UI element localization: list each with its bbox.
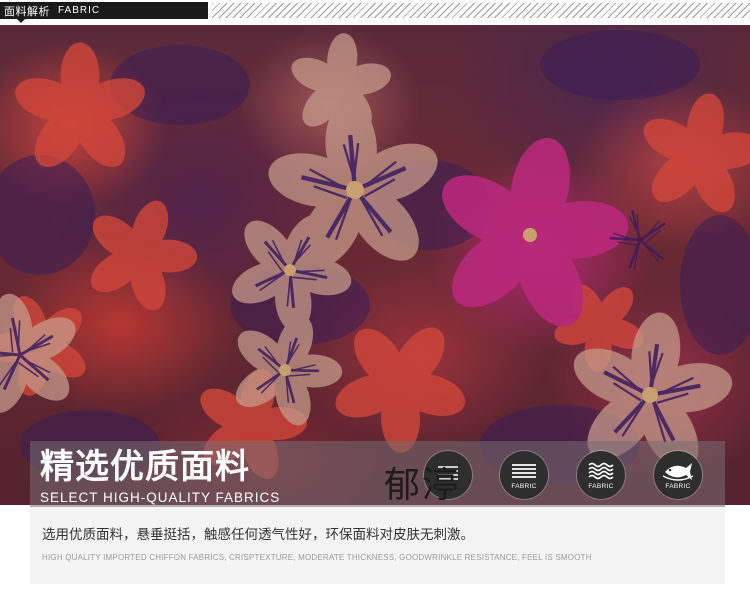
header-pointer-icon <box>17 19 25 23</box>
badge-label: FABRIC <box>588 483 614 490</box>
banner-subtitle: SELECT HIGH-QUALITY FABRICS <box>40 490 281 505</box>
section-header-label: 面料解析 FABRIC <box>0 2 208 19</box>
wave-lines-icon: FABRIC <box>577 451 625 499</box>
fabric-photo <box>0 25 750 505</box>
fish-icon: FABRIC <box>654 451 702 499</box>
stack-lines-icon: FABRIC <box>500 451 548 499</box>
banner-title: 精选优质面料 <box>40 447 250 487</box>
section-header: 面料解析 FABRIC <box>0 0 750 23</box>
header-stripe-divider <box>212 3 750 18</box>
description-en: HIGH QUALITY IMPORTED CHIFFON FABRICS, C… <box>42 553 592 562</box>
floral-print-illustration <box>0 28 750 495</box>
fabric-detail-page: 面料解析 FABRIC 精选优质面料 SELECT HIGH-QUALITY F… <box>0 0 750 589</box>
badge-label: FABRIC <box>665 483 691 490</box>
section-header-label-cn: 面料解析 <box>4 4 50 18</box>
description-cn: 选用优质面料，悬垂挺括，触感任何透气性好，环保面料对皮肤无刺激。 <box>42 527 474 543</box>
fabric-feature-banner: 精选优质面料 SELECT HIGH-QUALITY FABRICS FABRI… <box>30 441 725 507</box>
brand-watermark: 郁渟 <box>384 465 461 506</box>
badge-label: FABRIC <box>511 483 537 490</box>
fabric-description: 选用优质面料，悬垂挺括，触感任何透气性好，环保面料对皮肤无刺激。 HIGH QU… <box>30 507 725 584</box>
section-header-label-en: FABRIC <box>58 5 101 16</box>
